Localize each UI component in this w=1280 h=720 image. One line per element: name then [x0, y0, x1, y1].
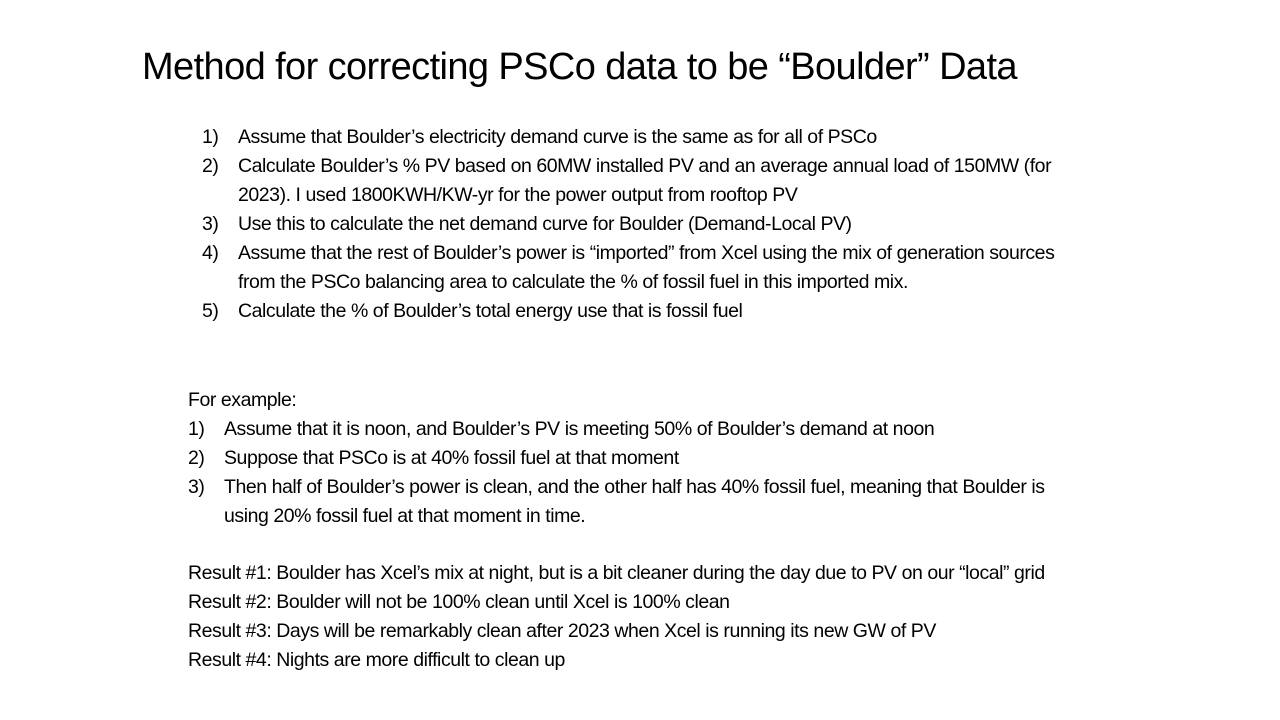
- step-text: Calculate the % of Boulder’s total energ…: [238, 300, 743, 322]
- method-step: 5) Calculate the % of Boulder’s total en…: [202, 297, 1082, 326]
- step-text: Then half of Boulder’s power is clean, a…: [224, 476, 1045, 527]
- example-section: For example: 1) Assume that it is noon, …: [188, 386, 1088, 531]
- step-number: 2): [188, 447, 205, 469]
- slide-title: Method for correcting PSCo data to be “B…: [142, 46, 1018, 88]
- example-heading: For example:: [188, 389, 297, 411]
- step-number: 2): [202, 155, 219, 177]
- step-number: 1): [202, 126, 219, 148]
- step-text: Assume that it is noon, and Boulder’s PV…: [224, 418, 935, 440]
- step-text: Calculate Boulder’s % PV based on 60MW i…: [238, 155, 1052, 206]
- step-number: 1): [188, 418, 205, 440]
- step-number: 4): [202, 242, 219, 264]
- method-steps-list: 1) Assume that Boulder’s electricity dem…: [202, 123, 1082, 326]
- method-step: 2) Calculate Boulder’s % PV based on 60M…: [202, 152, 1082, 210]
- example-step: 3) Then half of Boulder’s power is clean…: [188, 473, 1088, 531]
- step-number: 5): [202, 300, 219, 322]
- example-step: 2) Suppose that PSCo is at 40% fossil fu…: [188, 444, 1088, 473]
- example-step: 1) Assume that it is noon, and Boulder’s…: [188, 415, 1088, 444]
- step-number: 3): [202, 213, 219, 235]
- result-item: Result #3: Days will be remarkably clean…: [188, 620, 936, 642]
- method-step: 3) Use this to calculate the net demand …: [202, 210, 1082, 239]
- results-section: Result #1: Boulder has Xcel’s mix at nig…: [188, 559, 1088, 675]
- result-item: Result #4: Nights are more difficult to …: [188, 649, 565, 671]
- method-step: 1) Assume that Boulder’s electricity dem…: [202, 123, 1082, 152]
- step-text: Assume that Boulder’s electricity demand…: [238, 126, 877, 148]
- step-text: Suppose that PSCo is at 40% fossil fuel …: [224, 447, 679, 469]
- step-text: Assume that the rest of Boulder’s power …: [238, 242, 1055, 293]
- step-number: 3): [188, 476, 205, 498]
- example-steps-list: 1) Assume that it is noon, and Boulder’s…: [188, 415, 1088, 531]
- result-item: Result #1: Boulder has Xcel’s mix at nig…: [188, 562, 1045, 584]
- result-item: Result #2: Boulder will not be 100% clea…: [188, 591, 730, 613]
- method-step: 4) Assume that the rest of Boulder’s pow…: [202, 239, 1082, 297]
- slide: Method for correcting PSCo data to be “B…: [0, 0, 1280, 720]
- step-text: Use this to calculate the net demand cur…: [238, 213, 852, 235]
